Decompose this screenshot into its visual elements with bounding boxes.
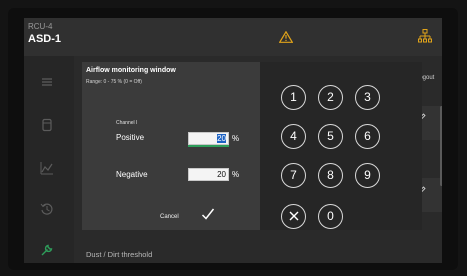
- dialog-title: Airflow monitoring window: [86, 67, 176, 74]
- key-6[interactable]: 6: [355, 124, 380, 149]
- warning-triangle-icon[interactable]: [279, 31, 293, 43]
- channel-label: Channel I: [116, 120, 138, 126]
- positive-unit: %: [232, 134, 240, 143]
- close-icon: [289, 211, 298, 221]
- history-icon[interactable]: [40, 202, 54, 216]
- positive-label: Positive: [116, 133, 145, 142]
- negative-label: Negative: [116, 170, 148, 179]
- device-frame: RCU-4 ASD-1 Logout Dust / Dirt threshold…: [8, 8, 458, 270]
- range-hint: Range: 0 - 75 % (0 = Off): [86, 79, 142, 85]
- key-5[interactable]: 5: [318, 124, 343, 149]
- positive-value: 20: [217, 134, 226, 143]
- key-1[interactable]: 1: [281, 85, 306, 110]
- wrench-icon[interactable]: [40, 243, 54, 257]
- key-clear[interactable]: [281, 204, 306, 229]
- network-icon[interactable]: [418, 29, 432, 45]
- screen: RCU-4 ASD-1 Logout Dust / Dirt threshold…: [24, 18, 442, 263]
- cancel-button[interactable]: Cancel: [160, 214, 179, 220]
- key-4[interactable]: 4: [281, 124, 306, 149]
- device-icon[interactable]: [40, 118, 54, 132]
- negative-unit: %: [232, 170, 240, 179]
- airflow-dialog: Airflow monitoring window Range: 0 - 75 …: [82, 62, 260, 230]
- active-field-indicator: [188, 145, 229, 147]
- checkmark-icon[interactable]: [201, 207, 215, 221]
- key-8[interactable]: 8: [318, 163, 343, 188]
- positive-input[interactable]: 20: [188, 132, 229, 145]
- key-9[interactable]: 9: [355, 163, 380, 188]
- device-id: RCU-4: [28, 22, 53, 31]
- key-2[interactable]: 2: [318, 85, 343, 110]
- key-3[interactable]: 3: [355, 85, 380, 110]
- key-0[interactable]: 0: [318, 204, 343, 229]
- key-7[interactable]: 7: [281, 163, 306, 188]
- negative-input[interactable]: 20: [188, 168, 229, 181]
- setting-label-dust-threshold[interactable]: Dust / Dirt threshold: [86, 250, 152, 259]
- list-icon[interactable]: [40, 75, 54, 89]
- device-name: ASD-1: [28, 33, 62, 45]
- scrollbar[interactable]: [440, 106, 442, 186]
- negative-value: 20: [217, 170, 226, 179]
- numeric-keypad: 1 2 3 4 5 6 7 8 9 0: [260, 62, 422, 230]
- top-bar: RCU-4 ASD-1: [24, 18, 442, 56]
- chart-icon[interactable]: [40, 161, 54, 175]
